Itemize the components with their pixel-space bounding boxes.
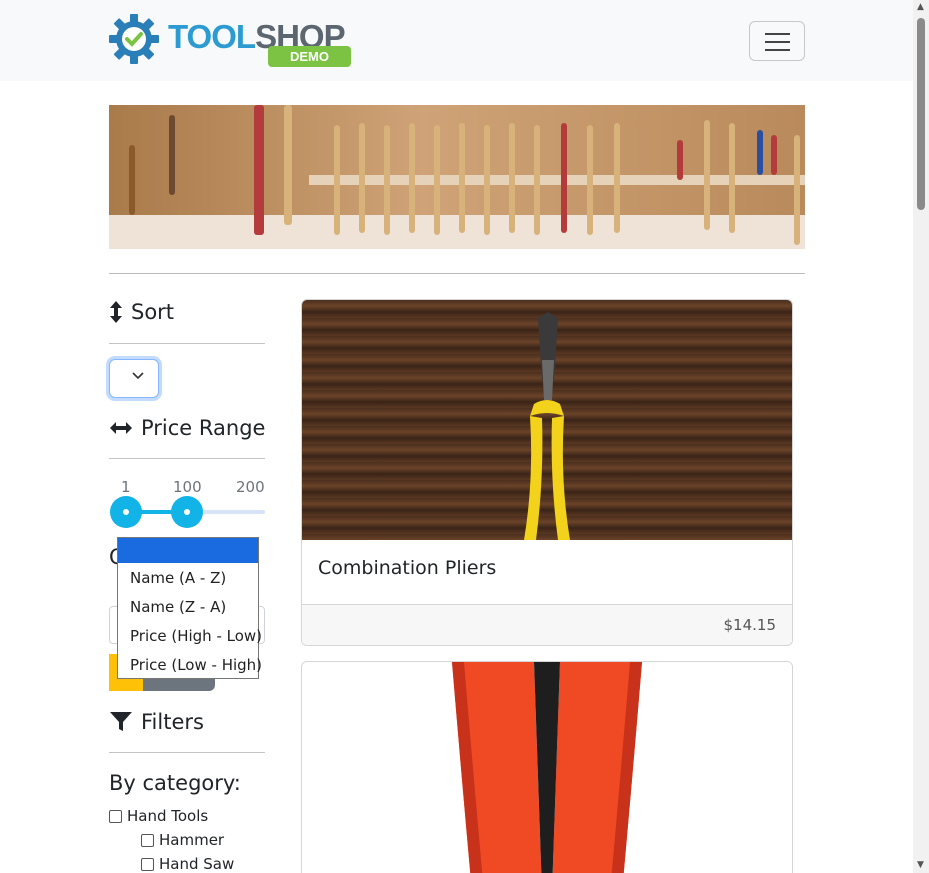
- product-image-pliers-red: [302, 662, 792, 873]
- sort-option-price-asc[interactable]: Price (Low - High): [118, 651, 262, 680]
- horizontal-arrows-icon: [110, 422, 132, 434]
- product-price: $14.15: [723, 616, 777, 634]
- scroll-down-arrow-icon[interactable]: ▼: [917, 860, 924, 870]
- price-range-heading-label: Price Range: [141, 416, 266, 440]
- sort-heading-label: Sort: [131, 300, 175, 324]
- banner-tool: [794, 135, 800, 245]
- category-label: Hammer: [159, 831, 225, 849]
- banner-tool: [677, 140, 683, 180]
- product-name: Combination Pliers: [318, 557, 497, 579]
- chevron-down-icon: [132, 368, 144, 384]
- banner-tool: [409, 123, 415, 233]
- price-range-heading: Price Range: [109, 416, 265, 440]
- logo-demo-badge: DEMO: [268, 46, 351, 67]
- banner-tool: [704, 120, 710, 230]
- checkbox[interactable]: [141, 833, 154, 847]
- category-label: Hand Tools: [127, 807, 209, 825]
- product-footer: $14.15: [302, 604, 792, 645]
- banner-tool: [434, 125, 440, 235]
- banner-tool: [561, 123, 567, 233]
- gear-check-icon: [109, 14, 159, 64]
- banner-tool: [534, 125, 540, 235]
- banner-tool: [771, 135, 777, 175]
- sort-heading: Sort: [109, 300, 174, 324]
- navbar-toggle-button[interactable]: [749, 21, 805, 61]
- filters-heading-label: Filters: [141, 710, 204, 734]
- funnel-icon: [110, 712, 132, 731]
- price-slider-low-handle[interactable]: [110, 496, 142, 528]
- banner-tool: [384, 125, 390, 235]
- sort-option-name-desc[interactable]: Name (Z - A): [118, 593, 258, 622]
- hamburger-icon-bar: [765, 41, 790, 43]
- hero-banner-image: [109, 105, 805, 249]
- product-image-pliers: [302, 300, 792, 540]
- banner-tool: [254, 105, 264, 235]
- sort-option-price-desc[interactable]: Price (High - Low): [118, 622, 262, 651]
- price-divider: [109, 458, 265, 459]
- banner-tool: [169, 115, 175, 195]
- category-checkbox-hammer[interactable]: Hammer: [141, 831, 224, 849]
- hamburger-icon-bar: [765, 49, 790, 51]
- banner-tool: [757, 130, 763, 175]
- price-slider-high-handle[interactable]: [171, 496, 203, 528]
- sort-divider: [109, 343, 265, 344]
- banner-wall: [109, 105, 805, 215]
- scroll-up-arrow-icon[interactable]: ▲: [917, 2, 924, 12]
- logo-word-tool: TOOL: [168, 18, 256, 55]
- banner-tool: [359, 123, 365, 233]
- category-checkbox-hand-saw[interactable]: Hand Saw: [141, 855, 234, 873]
- sort-select[interactable]: [109, 359, 159, 398]
- slider-mid-label: 100: [173, 478, 202, 496]
- section-divider: [109, 273, 805, 274]
- filters-divider: [109, 752, 265, 753]
- slider-max-label: 200: [236, 478, 265, 496]
- banner-tool: [614, 123, 620, 233]
- by-category-heading: By category:: [109, 771, 241, 795]
- product-card[interactable]: [301, 661, 793, 873]
- sort-options-dropdown[interactable]: Name (A - Z) Name (Z - A) Price (High - …: [117, 537, 262, 680]
- sort-option-blank[interactable]: [118, 538, 258, 563]
- checkbox[interactable]: [109, 809, 122, 823]
- vertical-arrows-icon: [110, 301, 122, 323]
- filters-heading: Filters: [109, 710, 204, 734]
- category-label: Hand Saw: [159, 855, 235, 873]
- top-navbar: TOOLSHOP DEMO: [0, 0, 913, 81]
- banner-tool: [729, 123, 735, 233]
- banner-tool: [129, 145, 135, 215]
- slider-min-label: 1: [121, 478, 131, 496]
- product-card[interactable]: Combination Pliers $14.15: [301, 299, 793, 646]
- banner-tool: [484, 125, 490, 235]
- page-scrollbar[interactable]: ▲ ▼: [913, 0, 929, 873]
- checkbox[interactable]: [141, 857, 154, 871]
- sort-option-name-asc[interactable]: Name (A - Z): [118, 564, 258, 593]
- banner-tool: [587, 125, 593, 235]
- category-checkbox-hand-tools[interactable]: Hand Tools: [109, 807, 208, 825]
- banner-tool: [509, 123, 515, 233]
- banner-tool: [334, 125, 340, 235]
- banner-table: [109, 215, 805, 249]
- banner-tool: [284, 105, 292, 225]
- banner-tool: [459, 123, 465, 233]
- toolshop-logo[interactable]: TOOLSHOP DEMO: [108, 13, 358, 68]
- scrollbar-thumb[interactable]: [917, 18, 925, 210]
- hamburger-icon-bar: [765, 33, 790, 35]
